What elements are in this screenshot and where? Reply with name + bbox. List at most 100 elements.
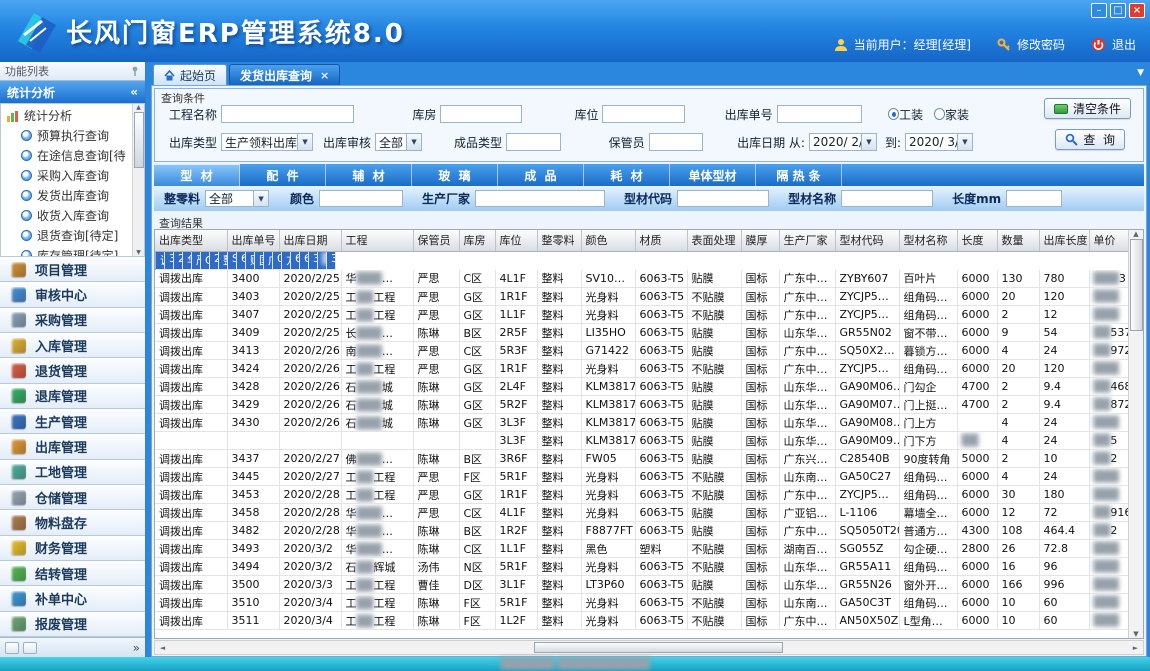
column-header[interactable]: 出库日期 [279,230,341,251]
scrollbar-thumb[interactable] [134,112,144,168]
date-to-select[interactable]: 2020/ 3/16▼ [905,133,973,151]
vertical-scrollbar[interactable]: ▲ ▼ [1128,230,1143,638]
material-tab[interactable]: 配 件 [240,164,326,186]
column-header[interactable]: 型材代码 [835,230,899,251]
table-row[interactable]: 调拨出库34452020/2/27工██工程严思F区5R1F整料光身料6063-… [155,468,1144,486]
column-header[interactable]: 工程 [341,230,413,251]
tree-item[interactable]: 预算执行查询 [1,126,132,146]
sidebar-menu-item[interactable]: 财务管理 [0,536,145,561]
column-header[interactable]: 长度 [957,230,997,251]
material-tab[interactable]: 单体型材 [670,164,756,186]
column-header[interactable]: 整零料 [537,230,581,251]
table-row[interactable]: 3L3F整料KLM38176063-T5贴膜国标山东华…GA90M09…门下方█… [155,432,1144,450]
table-row[interactable]: 调拨出库35112020/3/4工██工程陈琳F区1L2F整料光身料6063-T… [155,612,1144,630]
table-row[interactable]: 调拨出库34092020/2/25长███…陈琳B区2R5F整料LI35HO60… [155,324,1144,342]
monitor-icon[interactable] [23,642,37,654]
tab-home[interactable]: 起始页 [153,64,227,85]
tree-item[interactable]: 收货入库查询 [1,206,132,226]
scroll-right-icon[interactable]: ► [1128,644,1143,652]
tree-root-item[interactable]: 统计分析 [1,106,132,126]
keeper-input[interactable] [649,133,704,151]
scrollbar-thumb[interactable] [1130,239,1143,331]
sidebar-menu-item[interactable]: 仓储管理 [0,485,145,510]
sidebar-menu-item[interactable]: 退库管理 [0,384,145,409]
product-type-input[interactable] [506,133,561,151]
search-button[interactable]: 查 询 [1055,129,1125,150]
factory-input[interactable] [475,190,605,207]
tree-item[interactable]: 退货查询[待定] [1,226,132,246]
material-tab[interactable]: 玻 璃 [412,164,498,186]
color-input[interactable] [319,190,403,207]
sidebar-menu-item[interactable]: 出库管理 [0,434,145,459]
outbound-audit-select[interactable]: 全部▼ [375,133,422,151]
table-row[interactable]: 调拨出库34302020/2/26石███城陈琳G区3L3F整料KLM38176… [155,414,1144,432]
whole-material-select[interactable]: 全部▼ [205,190,269,207]
scroll-up-icon[interactable]: ▲ [136,104,141,111]
material-tab[interactable]: 成 品 [498,164,584,186]
sidebar-menu-item[interactable]: 采购管理 [0,308,145,333]
sidebar-menu-item[interactable]: 项目管理 [0,257,145,282]
table-row[interactable]: 调拨出库34072020/2/25工██工程严思G区1L1F整料光身料6063-… [155,306,1144,324]
warehouse-input[interactable] [440,105,522,123]
table-row[interactable]: 调拨出库34582020/2/28华███…严思C区4L1F整料光身料6063-… [155,504,1144,522]
profile-code-input[interactable] [677,190,769,207]
material-tab[interactable]: 型 材 [154,164,240,186]
scroll-down-icon[interactable]: ▼ [136,249,141,256]
date-from-select[interactable]: 2020/ 2/16▼ [809,133,877,151]
table-row[interactable]: 调拨出库34132020/2/26南███…严思C区5R3F整料G7142260… [155,342,1144,360]
sidebar-menu-item[interactable]: 审核中心 [0,282,145,307]
table-row[interactable]: 调拨出库34532020/2/28工██工程严思G区1R1F整料光身料6063-… [155,486,1144,504]
table-row[interactable]: 调拨出库34822020/2/28华███…陈琳B区1R2F整料F8877FT6… [155,522,1144,540]
sidebar-menu-item[interactable]: 工地管理 [0,460,145,485]
material-tab[interactable]: 辅 材 [326,164,412,186]
table-row[interactable]: 调拨出库34292020/2/26石███城陈琳G区5R2F整料KLM38176… [155,396,1144,414]
column-header[interactable]: 库位 [495,230,537,251]
sidebar-menu-item[interactable]: 补单中心 [0,586,145,611]
column-header[interactable]: 出库长度 [1039,230,1089,251]
tab-overflow-caret-icon[interactable]: ▼ [1137,68,1144,78]
table-row[interactable]: 调拨出库35002020/3/3工██工程曹佳D区3L1F整料LT3P60606… [155,576,1144,594]
column-header[interactable]: 出库类型 [155,230,227,251]
scroll-left-icon[interactable]: ◄ [155,644,170,652]
table-row[interactable]: 调拨出库34002020/2/25华███…严思C区4L1F整料SV10…606… [155,270,1144,288]
table-row[interactable]: 调拨出库34932020/3/2华███…陈琳C区1L1F整料黑色塑料不贴膜国标… [155,540,1144,558]
sidebar-menu-item[interactable]: 退货管理 [0,358,145,383]
profile-name-input[interactable] [841,190,933,207]
scroll-down-icon[interactable]: ▼ [1133,630,1138,638]
column-header[interactable]: 数量 [997,230,1039,251]
column-header[interactable]: 材质 [635,230,687,251]
column-header[interactable]: 生产厂家 [779,230,835,251]
tab-shipping-outbound-query[interactable]: 发货出库查询 × [229,64,340,85]
table-row[interactable]: 调拨出库35102020/3/4工██工程陈琳F区5R1F整料光身料6063-T… [155,594,1144,612]
tree-item[interactable]: 发货出库查询 [1,186,132,206]
column-header[interactable]: 颜色 [581,230,635,251]
clear-conditions-button[interactable]: 清空条件 [1044,98,1131,119]
tab-close-icon[interactable]: × [320,69,329,82]
sidebar-menu-item[interactable]: 结转管理 [0,561,145,586]
radio-home-install[interactable] [934,108,945,120]
keyboard-icon[interactable] [5,642,19,654]
project-name-input[interactable] [221,105,354,123]
column-header[interactable]: 膜厚 [741,230,779,251]
tree-item[interactable]: 库存管理[待定] [1,246,132,257]
order-no-input[interactable] [777,105,863,123]
close-button[interactable]: × [1129,3,1145,18]
length-input[interactable] [1006,190,1062,207]
sidebar-menu-item[interactable]: 物料盘存 [0,510,145,535]
radio-work-install[interactable] [888,108,899,120]
chevrons-icon[interactable]: » [133,641,140,655]
logout-button[interactable]: 退出 [1112,36,1136,53]
table-row[interactable]: 调拨出库34942020/3/2石██辉城汤伟N区5R1F整料光身料6063-T… [155,558,1144,576]
change-password-link[interactable]: 修改密码 [1017,36,1065,53]
scroll-up-icon[interactable]: ▲ [1133,230,1138,238]
pin-icon[interactable] [130,66,140,76]
tree-item[interactable]: 在途信息查询[待 [1,146,132,166]
sidebar-section-header[interactable]: 统计分析 « [0,81,145,103]
column-header[interactable]: 库房 [459,230,495,251]
column-header[interactable]: 出库单号 [227,230,279,251]
column-header[interactable]: 型材名称 [899,230,957,251]
column-header[interactable]: 保管员 [413,230,459,251]
column-header[interactable]: 表面处理 [687,230,741,251]
table-row[interactable]: 调拨出库34282020/2/26石███城陈琳G区2L4F整料KLM38176… [155,378,1144,396]
location-input[interactable] [602,105,684,123]
